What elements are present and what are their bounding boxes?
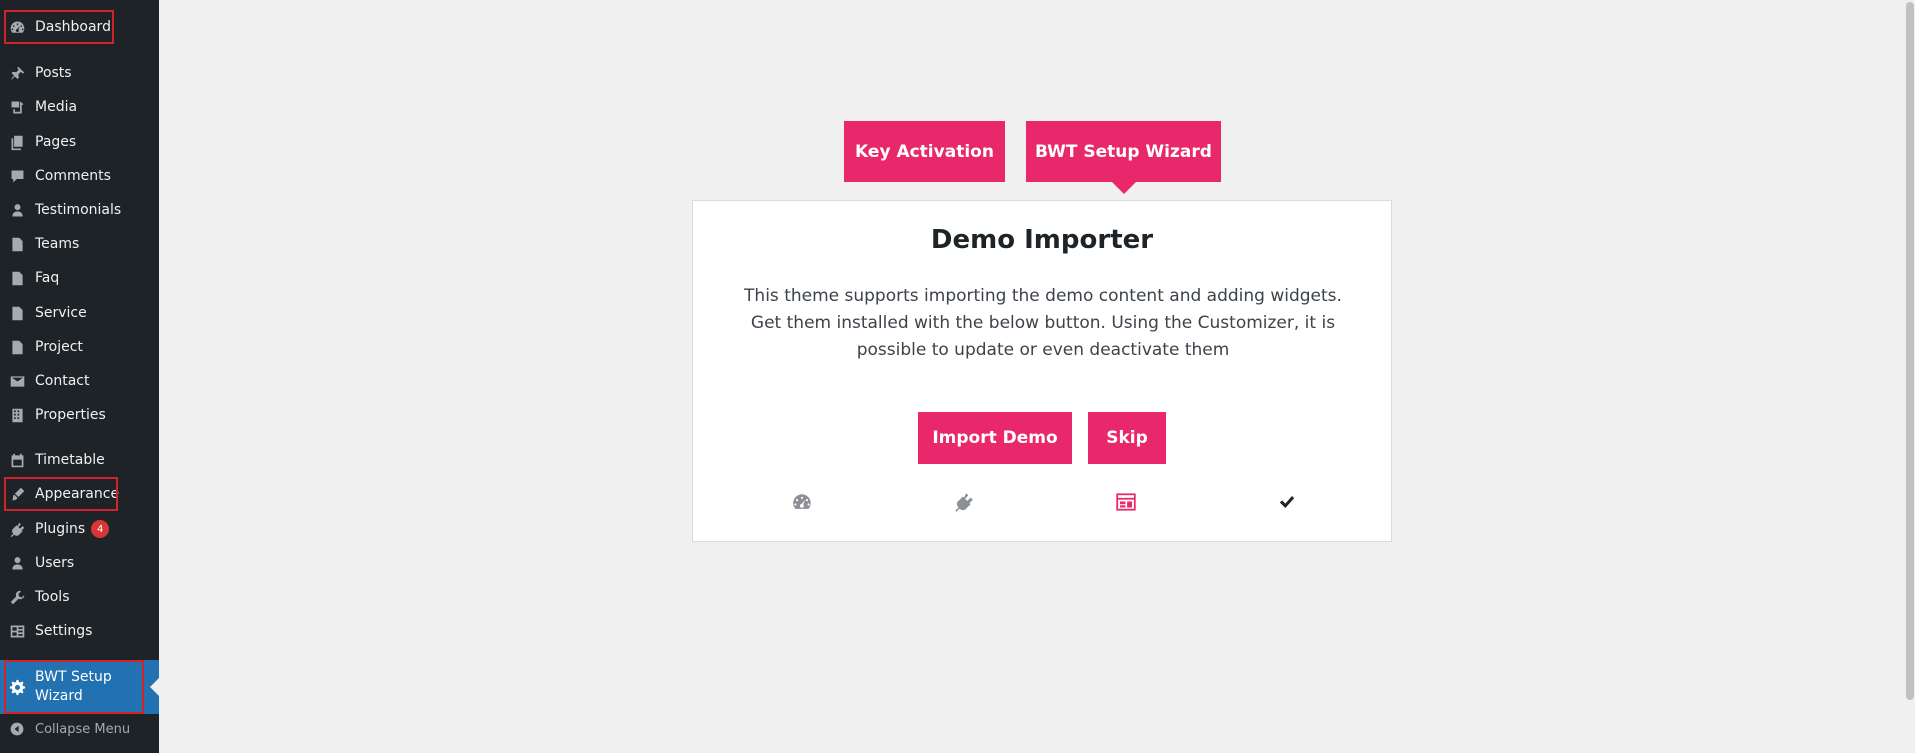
sidebar-item-label: Users	[35, 555, 75, 571]
sidebar-item-media[interactable]: Media	[0, 90, 159, 124]
sidebar-item-properties[interactable]: Properties	[0, 398, 159, 432]
sidebar-item-posts[interactable]: Posts	[0, 56, 159, 90]
step-widgets-icon[interactable]	[1114, 490, 1138, 514]
scrollbar-thumb[interactable]	[1906, 2, 1914, 700]
sidebar-item-contact[interactable]: Contact	[0, 364, 159, 398]
sidebar-item-label: Tools	[35, 589, 70, 605]
sidebar-item-label: Media	[35, 99, 78, 115]
collapse-menu-label: Collapse Menu	[35, 721, 131, 737]
sidebar-item-comments[interactable]: Comments	[0, 159, 159, 193]
sidebar-item-teams[interactable]: Teams	[0, 227, 159, 261]
wrench-icon	[8, 588, 26, 606]
active-item-arrow	[150, 678, 159, 696]
sidebar-item-label: Timetable	[35, 452, 105, 468]
sidebar-item-label: Service	[35, 305, 87, 321]
sidebar-item-users[interactable]: Users	[0, 546, 159, 580]
document-icon	[8, 269, 26, 287]
admin-sidebar: Dashboard Posts Media Pages Comments Tes…	[0, 0, 159, 753]
collapse-arrow-icon	[8, 720, 26, 738]
sidebar-item-label: Appearance	[35, 486, 120, 502]
dashboard-icon	[8, 18, 26, 36]
sidebar-item-label: Contact	[35, 373, 90, 389]
sidebar-item-pages[interactable]: Pages	[0, 125, 159, 159]
tab-bwt-setup-wizard[interactable]: BWT Setup Wizard	[1026, 121, 1221, 194]
envelope-icon	[8, 372, 26, 390]
media-icon	[8, 98, 26, 116]
sidebar-item-dashboard[interactable]: Dashboard	[0, 10, 159, 44]
card-title: Demo Importer	[930, 225, 1154, 255]
gear-icon	[8, 678, 26, 696]
sidebar-item-appearance[interactable]: Appearance	[0, 477, 159, 511]
page-scrollbar[interactable]	[1905, 0, 1915, 753]
collapse-menu-button[interactable]: Collapse Menu	[0, 715, 159, 743]
step-checkmark-icon[interactable]	[1275, 490, 1299, 514]
sidebar-item-label: Project	[35, 339, 83, 355]
tab-key-activation[interactable]: Key Activation	[844, 121, 1005, 182]
wp-admin-screen: Dashboard Posts Media Pages Comments Tes…	[0, 0, 1915, 753]
card-description: This theme supports importing the demo c…	[744, 286, 1342, 360]
sidebar-item-label: Posts	[35, 65, 72, 81]
sidebar-item-label: Properties	[35, 407, 106, 423]
sidebar-item-bwt-setup-wizard[interactable]: BWT Setup Wizard	[0, 660, 159, 714]
plugins-update-badge: 4	[91, 520, 110, 538]
sidebar-item-label: Settings	[35, 623, 93, 639]
sidebar-item-label: Teams	[35, 236, 80, 252]
active-tab-pointer	[1112, 182, 1136, 194]
paintbrush-icon	[8, 485, 26, 503]
users-icon	[8, 554, 26, 572]
sidebar-item-service[interactable]: Service	[0, 296, 159, 330]
pin-icon	[8, 64, 26, 82]
sidebar-item-tools[interactable]: Tools	[0, 580, 159, 614]
comment-icon	[8, 167, 26, 185]
sidebar-item-settings[interactable]: Settings	[0, 614, 159, 648]
document-icon	[8, 235, 26, 253]
building-icon	[8, 406, 26, 424]
sidebar-item-label: Faq	[35, 270, 60, 286]
sidebar-item-label: BWT Setup Wizard	[35, 669, 112, 704]
sidebar-item-label: Pages	[35, 134, 77, 150]
person-icon	[8, 201, 26, 219]
sidebar-item-testimonials[interactable]: Testimonials	[0, 193, 159, 227]
sidebar-item-label: Comments	[35, 168, 111, 184]
sidebar-item-faq[interactable]: Faq	[0, 261, 159, 295]
document-icon	[8, 338, 26, 356]
import-demo-button[interactable]: Import Demo	[918, 412, 1072, 464]
plugin-icon	[8, 520, 26, 538]
pages-icon	[8, 133, 26, 151]
sidebar-item-project[interactable]: Project	[0, 330, 159, 364]
tab-label: BWT Setup Wizard	[1035, 141, 1212, 162]
step-plugin-icon[interactable]	[952, 490, 976, 514]
sidebar-item-label: Dashboard	[35, 19, 111, 35]
document-icon	[8, 304, 26, 322]
calendar-icon	[8, 451, 26, 469]
tab-label: Key Activation	[855, 141, 994, 162]
sidebar-item-label: Testimonials	[35, 202, 122, 218]
settings-icon	[8, 622, 26, 640]
skip-button[interactable]: Skip	[1088, 412, 1166, 464]
demo-importer-card: Demo Importer This theme supports import…	[692, 200, 1392, 542]
sidebar-item-plugins[interactable]: Plugins 4	[0, 512, 159, 546]
sidebar-item-timetable[interactable]: Timetable	[0, 443, 159, 477]
sidebar-item-label: Plugins	[35, 521, 86, 537]
step-dashboard-icon[interactable]	[790, 490, 814, 514]
